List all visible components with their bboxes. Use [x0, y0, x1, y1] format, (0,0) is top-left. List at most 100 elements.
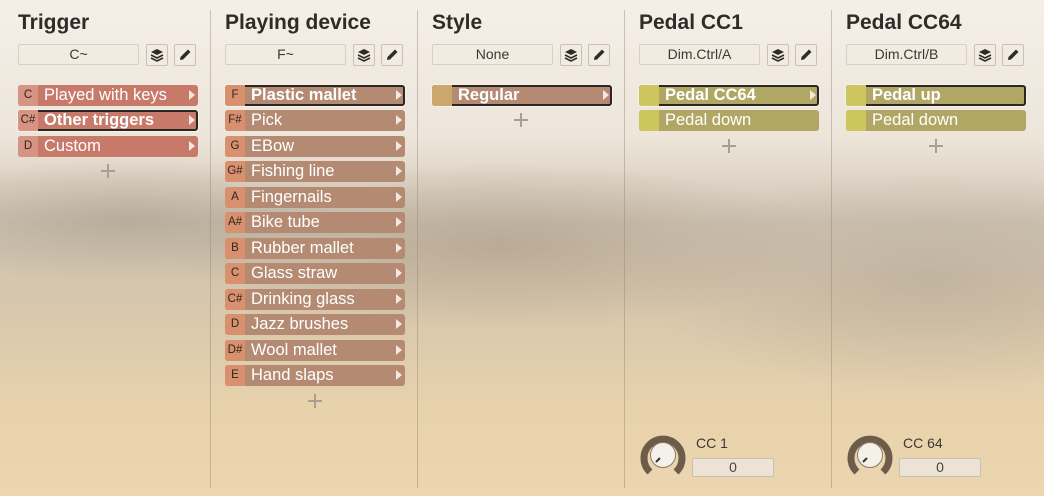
- device-dropdown[interactable]: F~: [225, 44, 346, 65]
- device-item[interactable]: G EBow: [225, 136, 405, 157]
- cc1-label: CC 1: [696, 435, 728, 451]
- chevron-right-icon[interactable]: [396, 319, 402, 329]
- device-item[interactable]: C Glass straw: [225, 263, 405, 284]
- layers-icon: [150, 49, 164, 62]
- chevron-right-icon[interactable]: [189, 141, 195, 151]
- pedal-item-selected[interactable]: Pedal CC64: [639, 85, 819, 106]
- item-label: Pedal CC64: [665, 86, 756, 104]
- cc1-knob[interactable]: [639, 431, 687, 479]
- chevron-right-icon[interactable]: [396, 370, 402, 380]
- item-label: Bike tube: [251, 213, 320, 231]
- key-label: D: [225, 314, 245, 335]
- chevron-right-icon[interactable]: [396, 345, 402, 355]
- style-dropdown[interactable]: None: [432, 44, 553, 65]
- chevron-right-icon[interactable]: [396, 268, 402, 278]
- device-item-selected[interactable]: F Plastic mallet: [225, 85, 405, 106]
- pedal-cc1-dropdown[interactable]: Dim.Ctrl/A: [639, 44, 760, 65]
- device-item[interactable]: D Jazz brushes: [225, 314, 405, 335]
- edit-button[interactable]: [1002, 44, 1024, 66]
- item-label: Pedal up: [872, 86, 941, 104]
- pedal-cc64-column: Pedal CC64 Dim.Ctrl/B Pedal up Pedal dow…: [846, 0, 1031, 496]
- chevron-right-icon[interactable]: [396, 243, 402, 253]
- item-label: Regular: [458, 86, 520, 104]
- layers-icon: [978, 49, 992, 62]
- key-label: G#: [225, 161, 245, 182]
- chevron-right-icon[interactable]: [189, 90, 195, 100]
- key-label: F#: [225, 110, 245, 131]
- pencil-icon: [594, 49, 605, 60]
- edit-button[interactable]: [588, 44, 610, 66]
- pedal-item-selected[interactable]: Pedal up: [846, 85, 1026, 106]
- key-label: C: [225, 263, 245, 284]
- cc64-knob[interactable]: [846, 431, 894, 479]
- chevron-right-icon[interactable]: [396, 90, 402, 100]
- column-divider: [210, 10, 211, 488]
- plus-icon[interactable]: [722, 139, 736, 153]
- pedal-item[interactable]: Pedal down: [639, 110, 819, 131]
- item-label: Jazz brushes: [251, 315, 349, 333]
- layers-button[interactable]: [767, 44, 789, 66]
- device-item[interactable]: D# Wool mallet: [225, 340, 405, 361]
- device-item[interactable]: E Hand slaps: [225, 365, 405, 386]
- pedal-cc1-column: Pedal CC1 Dim.Ctrl/A Pedal CC64 Pedal do…: [639, 0, 824, 496]
- layers-button[interactable]: [974, 44, 996, 66]
- item-label: Other triggers: [44, 111, 155, 129]
- chevron-right-icon[interactable]: [396, 192, 402, 202]
- key-label: C: [18, 85, 38, 106]
- layers-button[interactable]: [353, 44, 375, 66]
- item-label: Fingernails: [251, 188, 332, 206]
- pedal-cc64-dropdown[interactable]: Dim.Ctrl/B: [846, 44, 967, 65]
- chevron-right-icon[interactable]: [603, 90, 609, 100]
- key-label: B: [225, 238, 245, 259]
- playing-device-column: Playing device F~ F Plastic mallet F# Pi…: [225, 0, 410, 496]
- style-item-selected[interactable]: Regular: [432, 85, 612, 106]
- key-label: [846, 85, 866, 106]
- chevron-right-icon[interactable]: [396, 166, 402, 176]
- item-label: Played with keys: [44, 86, 167, 104]
- trigger-item-selected[interactable]: C# Other triggers: [18, 110, 198, 131]
- column-title: Pedal CC1: [639, 11, 743, 34]
- trigger-item[interactable]: D Custom: [18, 136, 198, 157]
- cc64-value-field[interactable]: 0: [899, 458, 981, 477]
- item-label: EBow: [251, 137, 295, 155]
- chevron-right-icon[interactable]: [810, 90, 816, 100]
- item-label: Custom: [44, 137, 101, 155]
- layers-button[interactable]: [146, 44, 168, 66]
- item-label: Fishing line: [251, 162, 335, 180]
- chevron-right-icon[interactable]: [396, 294, 402, 304]
- edit-button[interactable]: [381, 44, 403, 66]
- pedal-item[interactable]: Pedal down: [846, 110, 1026, 131]
- plus-icon[interactable]: [514, 113, 528, 127]
- trigger-dropdown[interactable]: C~: [18, 44, 139, 65]
- pencil-icon: [387, 49, 398, 60]
- trigger-column: Trigger C~ C Played with keys C# Other t…: [18, 0, 203, 496]
- plus-icon[interactable]: [308, 394, 322, 408]
- column-title: Pedal CC64: [846, 11, 962, 34]
- layers-icon: [771, 49, 785, 62]
- key-label: C#: [225, 289, 245, 310]
- item-label: Glass straw: [251, 264, 338, 282]
- edit-button[interactable]: [174, 44, 196, 66]
- chevron-right-icon[interactable]: [189, 115, 195, 125]
- item-label: Pick: [251, 111, 283, 129]
- chevron-right-icon[interactable]: [396, 217, 402, 227]
- chevron-right-icon[interactable]: [396, 115, 402, 125]
- column-title: Playing device: [225, 11, 371, 34]
- trigger-item[interactable]: C Played with keys: [18, 85, 198, 106]
- device-item[interactable]: B Rubber mallet: [225, 238, 405, 259]
- plus-icon[interactable]: [929, 139, 943, 153]
- cc1-value-field[interactable]: 0: [692, 458, 774, 477]
- device-item[interactable]: A Fingernails: [225, 187, 405, 208]
- key-label: [639, 110, 659, 131]
- device-item[interactable]: A# Bike tube: [225, 212, 405, 233]
- device-item[interactable]: G# Fishing line: [225, 161, 405, 182]
- column-divider: [624, 10, 625, 488]
- layers-button[interactable]: [560, 44, 582, 66]
- device-item[interactable]: C# Drinking glass: [225, 289, 405, 310]
- chevron-right-icon[interactable]: [396, 141, 402, 151]
- pencil-icon: [801, 49, 812, 60]
- edit-button[interactable]: [795, 44, 817, 66]
- device-item[interactable]: F# Pick: [225, 110, 405, 131]
- plus-icon[interactable]: [101, 164, 115, 178]
- key-label: [432, 85, 452, 106]
